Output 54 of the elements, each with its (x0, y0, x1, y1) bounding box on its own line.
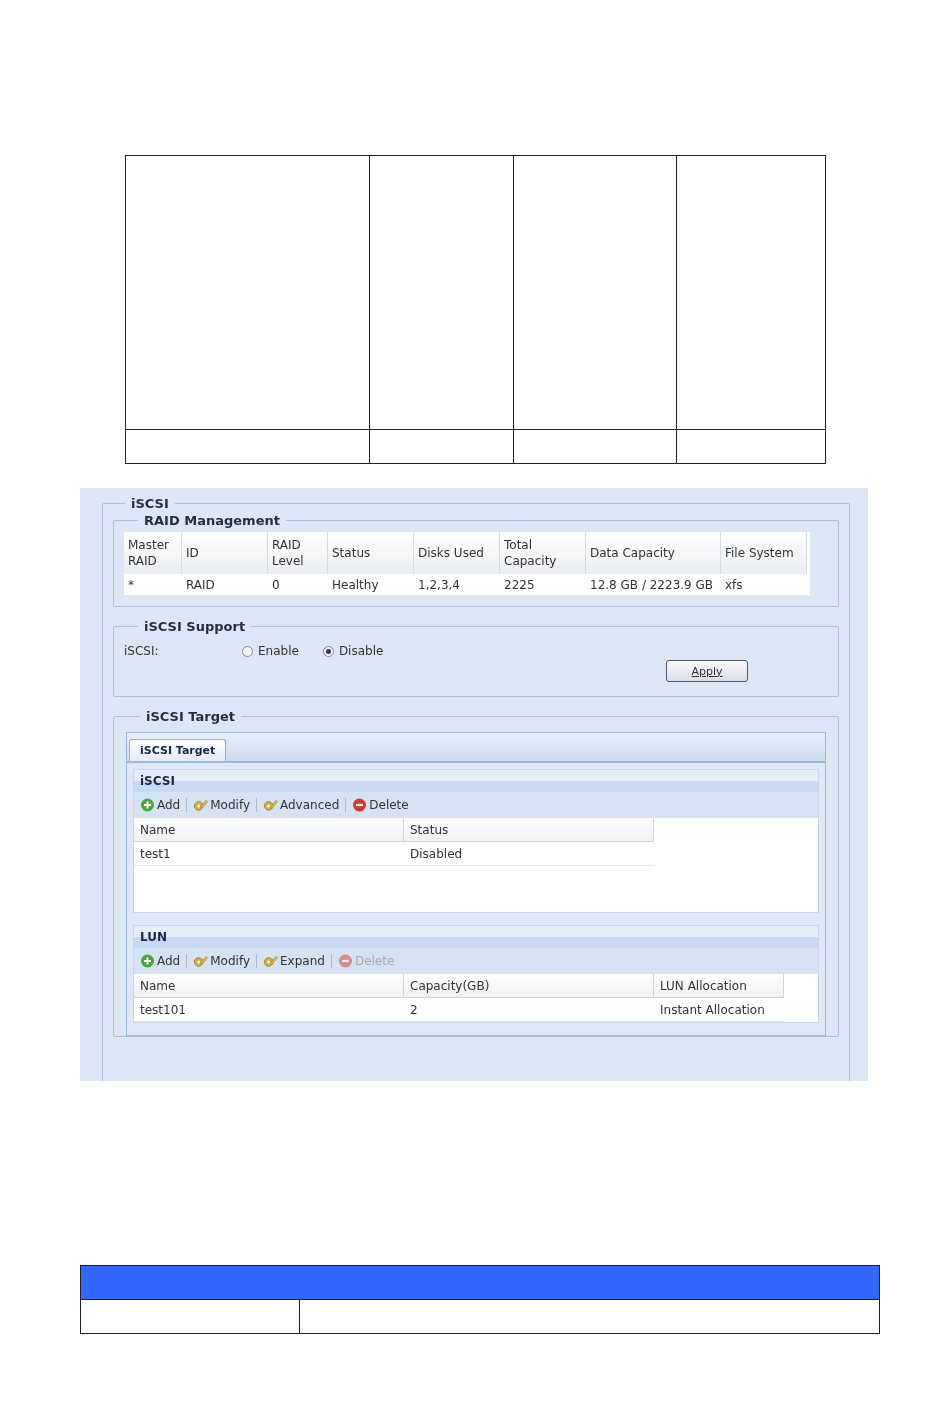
delete-icon (337, 954, 353, 968)
delete-icon (352, 798, 368, 812)
radio-button[interactable] (322, 645, 334, 657)
table-cell: 0 (268, 574, 328, 596)
column-header[interactable]: Data Capacity (586, 532, 721, 574)
gear-pencil-icon (193, 798, 209, 812)
table-cell: RAID (182, 574, 268, 596)
column-header[interactable]: File System (721, 532, 807, 574)
table-cell: * (124, 574, 182, 596)
table-cell: test101 (134, 998, 404, 1022)
column-header[interactable]: Name (134, 818, 404, 842)
gear-pencil-icon (263, 798, 278, 812)
column-header[interactable]: Name (134, 974, 404, 998)
add-icon (140, 954, 155, 968)
column-header[interactable]: Master RAID (124, 532, 182, 574)
table-cell: 2225 (500, 574, 586, 596)
panel-title: LUN (134, 926, 818, 948)
table-cell: 1,2,3,4 (414, 574, 500, 596)
toolbar-button[interactable]: Modify (191, 798, 252, 812)
table-cell: Disabled (404, 842, 654, 866)
toolbar-button[interactable]: Advanced (261, 798, 342, 812)
table-cell: 2 (404, 998, 654, 1022)
table-cell: test1 (134, 842, 404, 866)
panel-title: iSCSI (134, 770, 818, 792)
table-cell: Healthy (328, 574, 414, 596)
toolbar-button[interactable]: Add (138, 798, 183, 812)
column-header[interactable]: ID (182, 532, 268, 574)
column-header[interactable]: Disks Used (414, 532, 500, 574)
column-header[interactable]: Status (328, 532, 414, 574)
column-header[interactable]: RAID Level (268, 532, 328, 574)
gear-pencil-icon (263, 954, 278, 968)
table-cell: 12.8 GB / 2223.9 GB (586, 574, 721, 596)
section-title: iSCSI (130, 496, 170, 511)
section-title: RAID Management (143, 513, 281, 528)
toolbar-button[interactable]: Add (138, 954, 183, 968)
radio-label[interactable]: Enable (258, 644, 299, 658)
table-cell: xfs (721, 574, 807, 596)
section-title: iSCSI Support (143, 619, 247, 634)
gear-pencil-icon (193, 954, 209, 968)
column-header[interactable]: Capacity(GB) (404, 974, 654, 998)
apply-button[interactable]: Apply (666, 660, 748, 682)
toolbar-button[interactable]: Modify (191, 954, 252, 968)
tab[interactable]: iSCSI Target (129, 739, 227, 761)
section-title: iSCSI Target (145, 709, 237, 724)
toolbar-button[interactable]: Delete (350, 798, 411, 812)
table-cell: Instant Allocation (654, 998, 784, 1022)
toolbar-button[interactable]: Expand (261, 954, 327, 968)
add-icon (140, 798, 155, 812)
column-header[interactable]: Total Capacity (500, 532, 586, 574)
radio-label[interactable]: Disable (338, 644, 384, 658)
column-header[interactable]: Status (404, 818, 654, 842)
radio-button[interactable] (242, 645, 253, 657)
field-label: iSCSI: (124, 644, 160, 658)
column-header[interactable]: LUN Allocation (654, 974, 784, 998)
